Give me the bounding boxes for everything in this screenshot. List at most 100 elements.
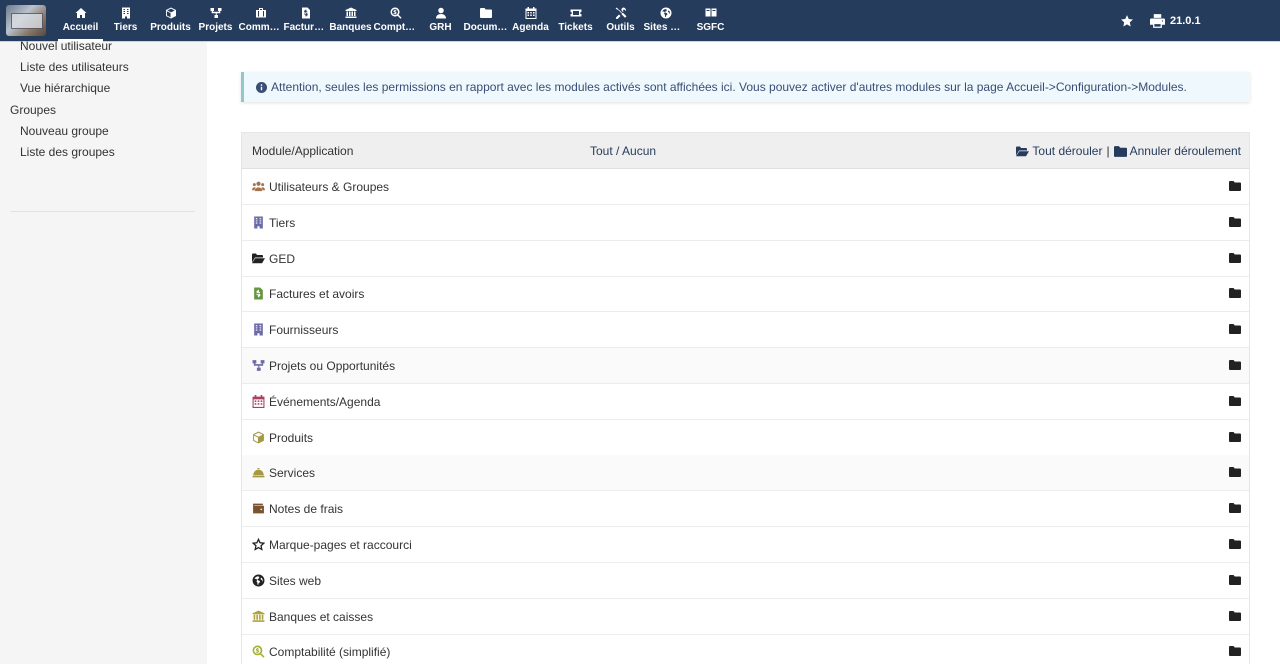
menu-item-commercial[interactable]: Commercial: [238, 0, 283, 42]
expand-folder-icon[interactable]: [1229, 360, 1241, 370]
bank-icon: [345, 7, 357, 19]
expand-all-label: Tout dérouler: [1032, 144, 1103, 158]
module-label: Projets ou Opportunités: [269, 359, 396, 373]
select-all-link[interactable]: Tout: [590, 144, 613, 158]
expand-folder-icon[interactable]: [1229, 395, 1241, 406]
expand-folder-icon[interactable]: [1229, 324, 1241, 335]
ticket-icon: [570, 7, 582, 19]
expand-folder-icon[interactable]: [1229, 252, 1241, 263]
concierge-bell-icon: [252, 466, 265, 479]
left-menu-item[interactable]: Liste des groupes: [20, 145, 115, 159]
company-logo[interactable]: [6, 5, 46, 36]
expand-folder-icon[interactable]: [1229, 503, 1241, 514]
table-row[interactable]: Projets ou Opportunités: [242, 348, 1249, 384]
star-outline-icon: [251, 537, 266, 551]
menu-item-label: Projets: [198, 22, 233, 33]
expand-all-link[interactable]: Tout dérouler: [1016, 144, 1102, 158]
table-row[interactable]: Utilisateurs & Groupes: [242, 169, 1249, 205]
table-row[interactable]: GED: [242, 241, 1249, 277]
table-row[interactable]: Marque-pages et raccourci: [242, 527, 1249, 563]
menu-item-sites-web[interactable]: Sites web: [643, 0, 688, 42]
table-header: Module/Application Tout / Aucun Tout dér…: [242, 133, 1249, 169]
select-all-none: Tout / Aucun: [590, 144, 656, 158]
table-row[interactable]: Événements/Agenda: [242, 384, 1249, 420]
tools-icon: [615, 7, 627, 19]
left-menu-item[interactable]: Groupes: [10, 103, 56, 117]
print-icon[interactable]: [1150, 14, 1165, 28]
table-row[interactable]: Produits: [242, 420, 1249, 456]
menu-item-banques[interactable]: Banques: [328, 0, 373, 42]
expand-folder-icon[interactable]: [1229, 574, 1241, 585]
menu-item-label: Documents: [463, 22, 508, 33]
expand-folder-icon[interactable]: [1229, 216, 1241, 227]
menu-item-documents[interactable]: Documents: [463, 0, 508, 42]
menu-item-facturation[interactable]: Facturation: [283, 0, 328, 42]
module-label: Notes de frais: [269, 502, 344, 517]
user-icon: [435, 7, 447, 19]
cube-icon: [252, 431, 265, 444]
calendar-icon: [525, 7, 537, 19]
search-dollar-icon: [252, 645, 265, 659]
menu-item-tiers[interactable]: Tiers: [103, 0, 148, 42]
bookmark-star-icon[interactable]: [1120, 14, 1134, 28]
table-row[interactable]: Factures et avoirs: [242, 276, 1249, 313]
module-label: Sites web: [269, 573, 322, 588]
select-separator: /: [612, 144, 623, 158]
expand-folder-icon[interactable]: [1229, 288, 1241, 299]
menu-item-label: Agenda: [512, 22, 549, 33]
menu-item-outils[interactable]: Outils: [598, 0, 643, 42]
module-label: Factures et avoirs: [269, 287, 365, 302]
menu-item-produits[interactable]: Produits: [148, 0, 193, 42]
menu-item-agenda[interactable]: Agenda: [508, 0, 553, 42]
menu-item-accueil[interactable]: Accueil: [58, 0, 103, 42]
module-label: Comptabilité (simplifié): [269, 645, 391, 660]
menu-item-label: Outils: [606, 22, 635, 33]
expand-folder-icon[interactable]: [1229, 539, 1241, 549]
menu-item-label: Tickets: [558, 22, 593, 33]
invoice-icon: [252, 287, 265, 300]
menu-item-grh[interactable]: GRH: [418, 0, 463, 42]
table-row[interactable]: Fournisseurs: [242, 312, 1249, 349]
left-menu-item[interactable]: Vue hiérarchique: [20, 81, 110, 95]
table-row[interactable]: Services: [242, 455, 1249, 492]
table-row[interactable]: Banques et caisses: [242, 599, 1249, 635]
module-label: Tiers: [269, 215, 296, 230]
menu-item-sgfc[interactable]: SGFC: [688, 0, 733, 42]
menu-item-label: Produits: [150, 22, 191, 33]
expand-folder-icon[interactable]: [1229, 646, 1241, 657]
briefcase-icon: [255, 7, 267, 19]
menu-item-label: Tiers: [113, 22, 138, 33]
search-dollar-icon: [390, 7, 402, 19]
expand-folder-icon[interactable]: [1229, 610, 1241, 621]
expand-folder-icon[interactable]: [1229, 467, 1241, 478]
expand-controls: Tout dérouler | Annuler déroulement: [1016, 144, 1241, 158]
bank-icon: [252, 610, 265, 623]
left-menu-item[interactable]: Liste des utilisateurs: [20, 60, 129, 74]
building-icon: [120, 7, 132, 19]
expand-folder-icon[interactable]: [1229, 181, 1241, 191]
main-menu: Accueil Tiers Produits Projets CommercialFac…: [58, 0, 733, 42]
module-label: Fournisseurs: [269, 323, 339, 338]
wallet-icon: [252, 502, 265, 515]
table-row[interactable]: Sites web: [242, 563, 1249, 599]
table-row[interactable]: Notes de frais: [242, 491, 1249, 528]
select-none-link[interactable]: Aucun: [622, 144, 656, 158]
menu-item-comptabilit-[interactable]: Comptabilité: [373, 0, 418, 42]
building-icon: [252, 216, 265, 229]
module-label: Produits: [269, 430, 314, 445]
globe-icon: [660, 7, 672, 19]
menu-item-projets[interactable]: Projets: [193, 0, 238, 42]
expand-folder-icon[interactable]: [1229, 431, 1241, 442]
cube-icon: [165, 7, 177, 19]
left-menu-item[interactable]: Nouvel utilisateur: [20, 39, 112, 53]
table-row[interactable]: Tiers: [242, 205, 1249, 241]
collapse-all-label: Annuler déroulement: [1129, 144, 1241, 158]
menu-item-label: Commercial: [238, 22, 283, 33]
top-menu-bar: Accueil Tiers Produits Projets CommercialFac…: [0, 0, 1280, 42]
menu-item-tickets[interactable]: Tickets: [553, 0, 598, 42]
table-row[interactable]: Comptabilité (simplifié): [242, 634, 1249, 664]
building-icon: [252, 323, 265, 336]
left-menu-item[interactable]: Nouveau groupe: [20, 124, 109, 138]
collapse-all-link[interactable]: Annuler déroulement: [1113, 144, 1241, 158]
menu-item-label: GRH: [429, 22, 452, 33]
